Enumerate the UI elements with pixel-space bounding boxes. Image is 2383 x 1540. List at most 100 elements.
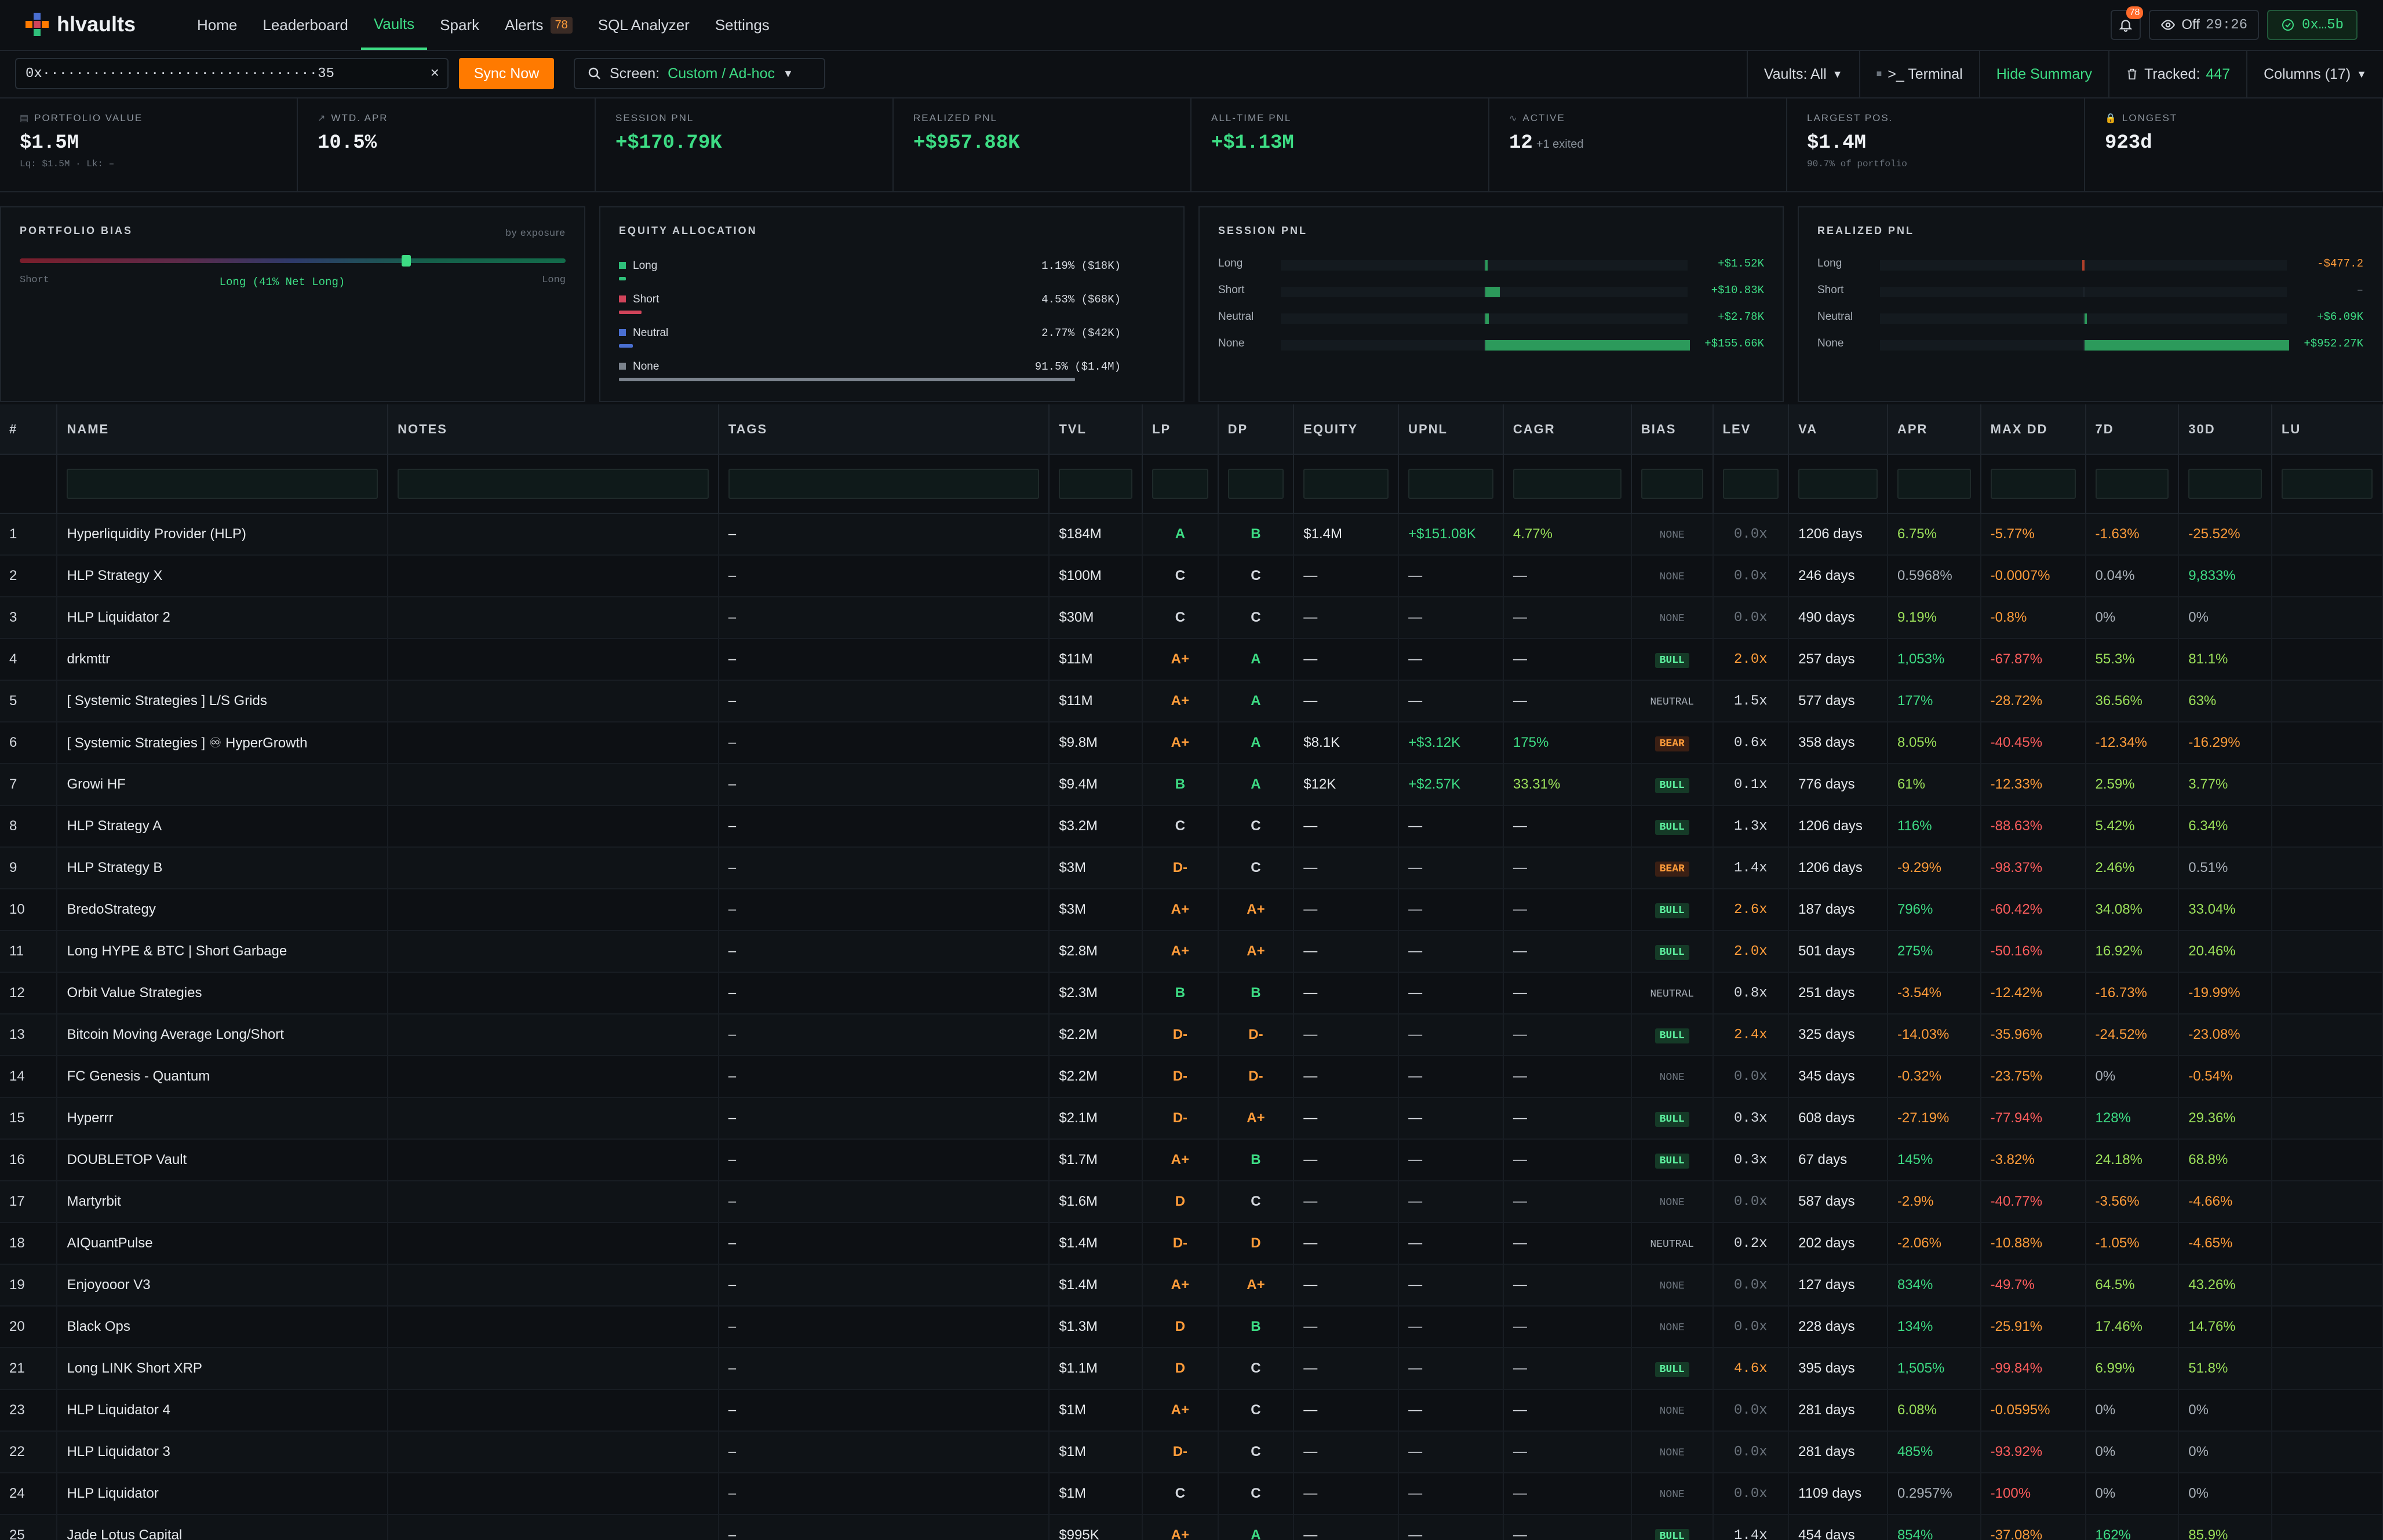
table-row[interactable]: 15 Hyperrr – $2.1M D- A+ — — — BULL 0.3x 608 days -2… [0, 1097, 2383, 1140]
table-row[interactable]: 19 Enjoyooor V3– $1.4M A+ A+ — — — NONE 0.0x 127 d… [0, 1264, 2383, 1307]
table-row[interactable]: 5[ Systemic Strategies ] L/S Grids – $11M A… [0, 680, 2383, 722]
cell-name[interactable]: AIQuantPulse [57, 1222, 389, 1265]
nav-item-alerts[interactable]: Alerts 78 [492, 0, 585, 50]
cell-name[interactable]: [ Systemic Strategies ] ♾ HyperGrowth [57, 722, 389, 764]
cell-name[interactable]: Enjoyooor V3 [57, 1264, 389, 1307]
column-filter-input[interactable] [2281, 469, 2373, 499]
column-header-va[interactable]: VA [1788, 404, 1888, 455]
column-header-7d[interactable]: 7D [2085, 404, 2180, 455]
screen-select[interactable]: Screen: Custom / Ad-hoc ▼ [574, 58, 825, 89]
nav-item-spark[interactable]: Spark [427, 0, 492, 50]
table-row[interactable]: 8 HLP Strategy A – $3.2M C C — — — BULL 1.3x 1206 d… [0, 805, 2383, 848]
cell-name[interactable]: Long HYPE & BTC | Short Garbage [57, 930, 389, 973]
nav-item-vaults[interactable]: Vaults [360, 0, 428, 50]
table-row[interactable]: 11 Long HYPE & BTC | Short Garbage – $2.8M A… [0, 930, 2383, 973]
cell-name[interactable]: FC Genesis - Quantum [57, 1056, 389, 1098]
column-header-lu[interactable]: LU [2271, 404, 2383, 455]
cell-name[interactable]: BredoStrategy [57, 889, 389, 931]
column-filter-input[interactable] [2188, 469, 2262, 499]
column-filter-input[interactable] [1641, 469, 1703, 499]
sync-now-button[interactable]: Sync Now [459, 58, 554, 89]
column-header-equity[interactable]: EQUITY [1293, 404, 1400, 455]
column-header-lp[interactable]: LP [1142, 404, 1219, 455]
cell-name[interactable]: Jade Lotus Capital [57, 1515, 389, 1540]
column-filter-input[interactable] [1303, 469, 1389, 499]
column-header-cagr[interactable]: CAGR [1503, 404, 1632, 455]
cell-name[interactable]: Long LINK Short XRP [57, 1348, 389, 1390]
table-row[interactable]: 20 Black Ops – $1.3M D B — — — NONE 0.0x 228 days 13… [0, 1306, 2383, 1348]
table-row[interactable]: 14 FC Genesis - Quantum – $2.2M D- D- — — — NONE 0… [0, 1056, 2383, 1098]
table-row[interactable]: 12 Orbit Value Strategies – $2.3M B B — — — NEUTR… [0, 972, 2383, 1014]
column-header-max-dd[interactable]: MAX DD [1980, 404, 2086, 455]
cell-name[interactable]: HLP Strategy A [57, 805, 389, 848]
column-filter-input[interactable] [1990, 469, 2076, 499]
nav-item-home[interactable]: Home [184, 0, 250, 50]
table-row[interactable]: 22 HLP Liquidator 3– $1M D- C — — — NONE 0.0x 281 … [0, 1431, 2383, 1473]
column-filter-input[interactable] [1152, 469, 1208, 499]
column-filter-input[interactable] [1513, 469, 1622, 499]
columns-dropdown[interactable]: Columns (17) ▼ [2246, 51, 2383, 97]
cell-name[interactable]: HLP Strategy B [57, 847, 389, 889]
live-toggle-button[interactable]: Off 29:26 [2149, 10, 2259, 40]
column-header-notes[interactable]: NOTES [388, 404, 719, 455]
hide-summary-button[interactable]: Hide Summary [1978, 51, 2108, 97]
column-filter-input[interactable] [2095, 469, 2169, 499]
column-filter-input[interactable] [728, 469, 1040, 499]
column-header-tags[interactable]: TAGS [718, 404, 1050, 455]
cell-name[interactable]: Black Ops [57, 1306, 389, 1348]
table-row[interactable]: 18 AIQuantPulse – $1.4M D- D — — — NEUTRAL 0.2x 202… [0, 1222, 2383, 1265]
logo[interactable]: hlvaults [25, 12, 136, 37]
cell-name[interactable]: drkmttr [57, 638, 389, 681]
column-filter-input[interactable] [67, 469, 378, 499]
column-filter-input[interactable] [1408, 469, 1493, 499]
table-row[interactable]: 23 HLP Liquidator 4– $1M A+ C — — — NONE 0.0x 281 … [0, 1389, 2383, 1432]
cell-name[interactable]: HLP Liquidator [57, 1473, 389, 1515]
column-filter-input[interactable] [1897, 469, 1971, 499]
table-row[interactable]: 25 Jade Lotus Capital – $995K A+ A — — — BULL 1.4x… [0, 1515, 2383, 1540]
column-filter-input[interactable] [1722, 469, 1779, 499]
cell-name[interactable]: Hyperrr [57, 1097, 389, 1140]
table-row[interactable]: 10 BredoStrategy – $3M A+ A+ — — — BULL 2.6x 187 da… [0, 889, 2383, 931]
cell-name[interactable]: DOUBLETOP Vault [57, 1139, 389, 1181]
table-row[interactable]: 24 HLP Liquidator – $1M C C — — — NONE 0.0x 1109 da… [0, 1473, 2383, 1515]
column-header-upnl[interactable]: UPNL [1398, 404, 1504, 455]
cell-name[interactable]: HLP Liquidator 3 [57, 1431, 389, 1473]
nav-item-sql-analyzer[interactable]: SQL Analyzer [585, 0, 702, 50]
nav-item-leaderboard[interactable]: Leaderboard [250, 0, 360, 50]
table-row[interactable]: 9 HLP Strategy B – $3M D- C — — — BEAR 1.4x 1206 da… [0, 847, 2383, 889]
terminal-button[interactable]: ■ >_ Terminal [1859, 51, 1979, 97]
column-header-lev[interactable]: LEV [1712, 404, 1790, 455]
table-row[interactable]: 13 Bitcoin Moving Average Long/Short – $2.2… [0, 1014, 2383, 1056]
address-input[interactable]: 0x·································35 × [15, 58, 449, 89]
notifications-button[interactable]: 78 [2111, 6, 2144, 40]
column-filter-input[interactable] [1227, 469, 1284, 499]
table-row[interactable]: 1 Hyperliquidity Provider (HLP) – $184M A B $1… [0, 513, 2383, 556]
column-filter-input[interactable] [398, 469, 709, 499]
cell-name[interactable]: HLP Strategy X [57, 555, 389, 597]
table-row[interactable]: 17 Martyrbit – $1.6M D C — — — NONE 0.0x 587 days -2… [0, 1181, 2383, 1223]
column-header-30d[interactable]: 30D [2178, 404, 2272, 455]
column-header-dp[interactable]: DP [1218, 404, 1295, 455]
vaults-filter-dropdown[interactable]: Vaults: All ▼ [1746, 51, 1859, 97]
column-filter-input[interactable] [1798, 469, 1878, 499]
tracked-button[interactable]: Tracked: 447 [2108, 51, 2246, 97]
cell-name[interactable]: HLP Liquidator 4 [57, 1389, 389, 1432]
cell-name[interactable]: HLP Liquidator 2 [57, 597, 389, 639]
wallet-button[interactable]: 0x…5b [2267, 10, 2358, 40]
cell-name[interactable]: Martyrbit [57, 1181, 389, 1223]
cell-name[interactable]: Orbit Value Strategies [57, 972, 389, 1014]
table-row[interactable]: 2 HLP Strategy X – $100M C C — — — NONE 0.0x 246 da… [0, 555, 2383, 597]
table-row[interactable]: 6[ Systemic Strategies ] ♾ HyperGrowth – $… [0, 722, 2383, 764]
column-header-bias[interactable]: BIAS [1631, 404, 1714, 455]
table-row[interactable]: 7 Growi HF – $9.4M B A $12K +$2.57K 33.31% BULL 0.… [0, 764, 2383, 806]
cell-name[interactable]: Bitcoin Moving Average Long/Short [57, 1014, 389, 1056]
table-row[interactable]: 3 HLP Liquidator 2– $30M C C — — — NONE 0.0x 490 d… [0, 597, 2383, 639]
column-header-apr[interactable]: APR [1887, 404, 1981, 455]
cell-name[interactable]: Hyperliquidity Provider (HLP) [57, 513, 389, 556]
cell-name[interactable]: Growi HF [57, 764, 389, 806]
table-row[interactable]: 4 drkmttr – $11M A+ A — — — BULL 2.0x 257 days 1,053… [0, 638, 2383, 681]
column-header-tvl[interactable]: TVL [1049, 404, 1143, 455]
column-filter-input[interactable] [1059, 469, 1133, 499]
cell-name[interactable]: [ Systemic Strategies ] L/S Grids [57, 680, 389, 722]
nav-item-settings[interactable]: Settings [702, 0, 782, 50]
